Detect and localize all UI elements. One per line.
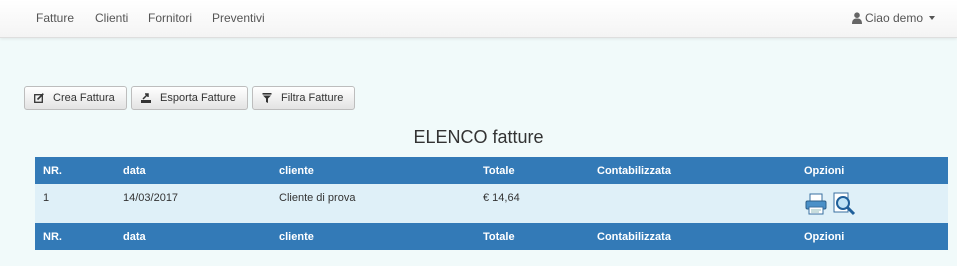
top-navbar: Fatture Clienti Fornitori Preventivi Cia…	[0, 0, 957, 38]
footer-header-cliente: cliente	[271, 223, 475, 250]
cell-nr: 1	[35, 184, 115, 223]
cell-contabilizzata	[589, 184, 796, 223]
footer-header-data: data	[115, 223, 271, 250]
table-header-row: NR. data cliente Totale Contabilizzata O…	[35, 157, 948, 184]
esporta-fatture-button[interactable]: Esporta Fatture	[131, 86, 248, 110]
user-menu-dropdown[interactable]: Ciao demo	[851, 11, 935, 25]
cell-contabilizzata-value	[597, 184, 796, 192]
filtra-fatture-button[interactable]: Filtra Fatture	[252, 86, 355, 110]
page-title: ELENCO fatture	[413, 127, 544, 147]
crea-fattura-label: Crea Fattura	[53, 92, 115, 104]
user-icon	[851, 12, 862, 24]
column-header-contabilizzata: Contabilizzata	[589, 157, 796, 184]
chevron-down-icon	[929, 16, 935, 20]
column-header-totale: Totale	[475, 157, 589, 184]
edit-icon	[34, 93, 44, 103]
export-icon	[141, 93, 151, 103]
filter-icon	[262, 93, 272, 103]
nav-clienti[interactable]: Clienti	[95, 11, 128, 25]
column-header-nr: NR.	[35, 157, 115, 184]
nav-fornitori[interactable]: Fornitori	[148, 11, 192, 25]
view-icon[interactable]	[832, 192, 856, 216]
column-header-cliente: cliente	[271, 157, 475, 184]
table-row: 1 14/03/2017 Cliente di prova € 14,64	[35, 184, 948, 223]
nav-preventivi[interactable]: Preventivi	[212, 11, 265, 25]
footer-header-totale: Totale	[475, 223, 589, 250]
footer-header-contabilizzata: Contabilizzata	[589, 223, 796, 250]
column-header-opzioni: Opzioni	[796, 157, 948, 184]
nav-fatture[interactable]: Fatture	[36, 11, 74, 25]
cell-opzioni	[796, 184, 948, 223]
table-footer-row: NR. data cliente Totale Contabilizzata O…	[35, 223, 948, 250]
footer-header-nr: NR.	[35, 223, 115, 250]
cell-data-value: 14/03/2017	[123, 192, 179, 204]
crea-fattura-button[interactable]: Crea Fattura	[24, 86, 127, 110]
esporta-fatture-label: Esporta Fatture	[160, 92, 236, 104]
cell-totale-value: € 14,64	[483, 192, 520, 204]
cell-cliente-value: Cliente di prova	[279, 192, 356, 204]
cell-totale: € 14,64	[475, 184, 589, 223]
toolbar: Crea Fattura Esporta Fatture Filtra Fatt…	[24, 86, 355, 110]
fatture-table: NR. data cliente Totale Contabilizzata O…	[35, 157, 948, 250]
print-icon[interactable]	[804, 192, 828, 216]
filtra-fatture-label: Filtra Fatture	[281, 92, 344, 104]
footer-header-opzioni: Opzioni	[796, 223, 948, 250]
cell-cliente: Cliente di prova	[271, 184, 475, 223]
cell-data: 14/03/2017	[115, 184, 271, 223]
column-header-data: data	[115, 157, 271, 184]
cell-nr-value: 1	[43, 192, 50, 204]
user-menu-label: Ciao demo	[864, 11, 923, 25]
